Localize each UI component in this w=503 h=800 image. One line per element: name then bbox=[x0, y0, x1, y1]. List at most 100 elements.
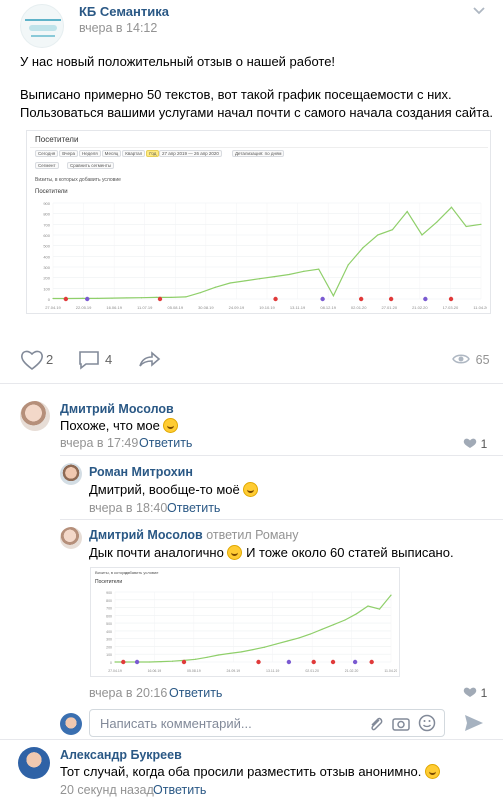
avatar[interactable] bbox=[18, 747, 50, 779]
data-point bbox=[288, 273, 290, 276]
event-marker bbox=[423, 296, 428, 302]
avatar[interactable] bbox=[20, 401, 50, 431]
x-tick-label: 19.10.19 bbox=[259, 305, 275, 310]
data-point bbox=[465, 225, 467, 228]
y-tick-label: 800 bbox=[106, 599, 112, 603]
event-marker bbox=[352, 659, 358, 665]
comment-stats-image[interactable]: Визиты, в которых добавить условие Посет… bbox=[90, 567, 400, 677]
camera-icon[interactable] bbox=[392, 716, 410, 732]
comment-time[interactable]: 20 секунд назад bbox=[60, 783, 154, 797]
comment-input[interactable]: Написать комментарий... bbox=[89, 709, 445, 737]
post-menu-chevron-icon[interactable] bbox=[472, 4, 486, 15]
data-point bbox=[229, 652, 231, 655]
series-line bbox=[115, 594, 392, 663]
y-tick-label: 400 bbox=[43, 254, 50, 259]
share-icon bbox=[139, 351, 161, 367]
data-point bbox=[421, 234, 423, 236]
send-button[interactable] bbox=[463, 712, 485, 734]
data-point bbox=[347, 264, 349, 266]
comment-button[interactable]: 4 bbox=[78, 349, 123, 371]
x-tick-label: 17.03.20 bbox=[443, 305, 459, 310]
data-point bbox=[259, 278, 261, 280]
post-text-line-3: Пользоваться вашими услугами начал почти… bbox=[20, 105, 493, 120]
data-point bbox=[52, 297, 54, 300]
comment-text: Дмитрий, вообще-то моё bbox=[89, 482, 259, 497]
data-point bbox=[406, 210, 408, 213]
period-button[interactable]: Неделя bbox=[78, 150, 101, 157]
data-point bbox=[362, 247, 364, 249]
comment-text: Тот случай, когда оба просили разместить… bbox=[60, 764, 440, 779]
x-tick-label: 27.01.20 bbox=[381, 305, 397, 310]
x-tick-label: 02.01.20 bbox=[305, 669, 319, 673]
post-author[interactable]: КБ Семантика bbox=[79, 4, 169, 19]
x-tick-label: 11.07.19 bbox=[137, 305, 153, 310]
data-point bbox=[332, 295, 335, 297]
data-point bbox=[298, 637, 300, 639]
comment-time[interactable]: вчера в 20:16 bbox=[89, 686, 167, 700]
y-tick-label: 100 bbox=[43, 286, 50, 291]
comment-author[interactable]: Дмитрий Мосолов bbox=[60, 402, 174, 416]
y-tick-label: 300 bbox=[106, 638, 112, 642]
y-tick-label: 700 bbox=[106, 607, 112, 611]
heart-icon bbox=[21, 350, 43, 371]
event-marker bbox=[63, 296, 69, 302]
comment-text-body: Дык почти аналогично bbox=[89, 545, 224, 560]
my-avatar[interactable] bbox=[60, 713, 82, 735]
data-point bbox=[160, 661, 162, 663]
comment-author[interactable]: Роман Митрохин bbox=[89, 465, 193, 479]
paperclip-icon[interactable] bbox=[368, 715, 384, 733]
period-button[interactable]: Месяц bbox=[101, 150, 122, 157]
comment-icon bbox=[79, 351, 99, 370]
comment-text-body: Тот случай, когда оба просили разместить… bbox=[60, 764, 422, 779]
period-button[interactable]: Сегодня bbox=[35, 150, 59, 157]
x-tick-label: 16.06.19 bbox=[148, 669, 162, 673]
view-count: 65 bbox=[475, 353, 490, 367]
event-marker bbox=[134, 659, 140, 665]
data-point bbox=[303, 270, 305, 272]
event-marker bbox=[448, 296, 454, 302]
reply-link[interactable]: Ответить bbox=[139, 436, 192, 450]
avatar[interactable] bbox=[60, 527, 82, 549]
stats-add-condition[interactable]: добавить условие bbox=[125, 570, 159, 575]
avatar[interactable] bbox=[60, 463, 82, 485]
stats-date-range[interactable]: 27 апр 2019 — 26 апр 2020 bbox=[159, 150, 222, 157]
reply-link[interactable]: Ответить bbox=[153, 783, 206, 797]
y-tick-label: 600 bbox=[43, 233, 50, 238]
stats-add-condition[interactable]: добавить условие bbox=[79, 177, 121, 183]
emoji-picker-icon[interactable] bbox=[418, 714, 436, 732]
comment-like[interactable]: 1 bbox=[463, 685, 487, 700]
period-button[interactable]: Квартал bbox=[122, 150, 146, 157]
group-avatar[interactable] bbox=[20, 4, 64, 48]
stats-metric-label: Посетители bbox=[95, 579, 123, 585]
comment-author[interactable]: Дмитрий Мосолов bbox=[89, 528, 203, 542]
data-point bbox=[252, 648, 254, 651]
stats-detail-select[interactable]: Детализация: по дням bbox=[232, 150, 285, 157]
comment-time[interactable]: вчера в 18:40 bbox=[89, 501, 167, 515]
data-point bbox=[391, 229, 394, 231]
stats-segment-button[interactable]: Сегмент bbox=[35, 162, 59, 169]
x-tick-label: 05.08.19 bbox=[187, 669, 201, 673]
event-marker bbox=[256, 659, 261, 665]
data-point bbox=[273, 276, 275, 278]
share-button[interactable] bbox=[137, 349, 161, 371]
reply-to-label[interactable]: ответил Роману bbox=[206, 528, 298, 542]
comment-like[interactable]: 1 bbox=[463, 436, 487, 451]
comment-author[interactable]: Александр Букреев bbox=[60, 748, 182, 762]
stats-compare-button[interactable]: Сравнить сегменты bbox=[67, 162, 115, 169]
x-tick-label: 27.04.19 bbox=[108, 669, 122, 673]
data-point bbox=[344, 619, 346, 621]
x-tick-label: 08.12.19 bbox=[320, 305, 336, 310]
post-stats-image[interactable]: Посетители Сегодня Вчера Неделя Месяц Кварта… bbox=[26, 130, 491, 314]
reply-link[interactable]: Ответить bbox=[167, 501, 220, 515]
comment-text: Похоже, что мое bbox=[60, 418, 179, 433]
like-button[interactable]: 2 bbox=[20, 349, 65, 371]
period-button[interactable]: Вчера bbox=[59, 150, 78, 157]
period-button[interactable]: Год bbox=[146, 150, 160, 157]
comment-time[interactable]: вчера в 17:49 bbox=[60, 436, 138, 450]
post-time[interactable]: вчера в 14:12 bbox=[79, 21, 157, 35]
data-point bbox=[377, 234, 379, 236]
eye-icon bbox=[452, 354, 470, 364]
data-point bbox=[217, 654, 220, 656]
reply-link[interactable]: Ответить bbox=[169, 686, 222, 700]
y-tick-label: 300 bbox=[43, 265, 50, 270]
